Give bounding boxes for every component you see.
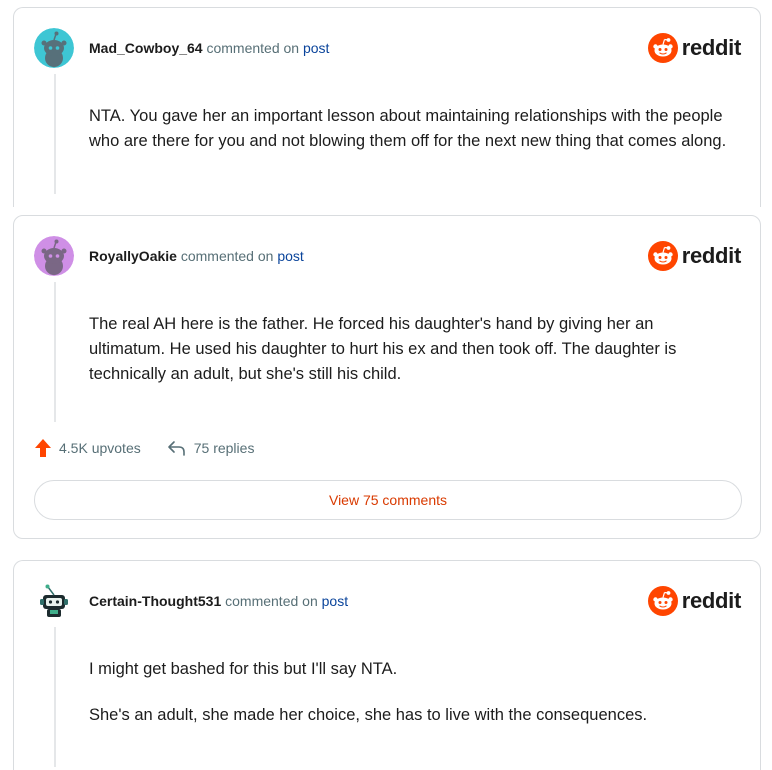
username-link[interactable]: Certain-Thought531 [89,593,221,609]
custom-snoo-avatar-icon [34,581,74,621]
comment-body: I might get bashed for this but I'll say… [89,657,729,728]
comment-paragraph: The real AH here is the father. He force… [89,315,677,383]
user-avatar[interactable] [34,236,74,276]
reddit-snoo-icon [647,241,678,271]
post-link[interactable]: post [322,593,348,609]
reddit-logo[interactable]: reddit [647,241,742,271]
commented-on-text: commented on [180,248,274,264]
comment-card: RoyallyOakie commented on post reddit Th… [13,215,761,539]
username-link[interactable]: RoyallyOakie [89,248,177,264]
comment-body: The real AH here is the father. He force… [89,312,729,387]
reddit-wordmark: reddit [681,35,742,60]
post-link[interactable]: post [277,248,303,264]
comment-paragraph: NTA. You gave her an important lesson ab… [89,107,727,150]
snoo-avatar-icon [34,28,74,68]
username-link[interactable]: Mad_Cowboy_64 [89,40,203,56]
comment-paragraph: I might get bashed for this but I'll say… [89,660,398,678]
commented-on-text: commented on [206,40,300,56]
user-avatar[interactable] [34,581,74,621]
reddit-snoo-icon [647,586,678,616]
reply-count: 75 replies [193,440,255,456]
comment-header: Certain-Thought531 commented on post [89,593,348,609]
reddit-logo[interactable]: reddit [647,586,742,616]
commented-on-text: commented on [225,593,318,609]
comment-header: RoyallyOakie commented on post [89,248,304,264]
user-avatar[interactable] [34,28,74,68]
reddit-snoo-icon [647,33,678,63]
upvote-button[interactable]: 4.5K upvotes [34,438,141,458]
view-comments-button[interactable]: View 75 comments [34,480,742,520]
comment-header: Mad_Cowboy_64 commented on post [89,40,329,56]
comment-body: NTA. You gave her an important lesson ab… [89,104,729,154]
thread-line [54,282,56,422]
comment-card: Certain-Thought531 commented on post red… [13,560,761,770]
post-link[interactable]: post [303,40,329,56]
upvote-count: 4.5K upvotes [59,440,141,456]
reddit-wordmark: reddit [681,243,742,268]
comment-card: Mad_Cowboy_64 commented on post reddit N… [13,7,761,207]
comment-paragraph: She's an adult, she made her choice, she… [89,706,648,724]
reply-arrow-icon [167,441,185,456]
replies-button[interactable]: 75 replies [167,439,255,457]
thread-line [54,627,56,767]
thread-line [54,74,56,194]
comment-actions: 4.5K upvotes 75 replies [34,438,280,458]
snoo-avatar-icon [34,236,74,276]
reddit-logo[interactable]: reddit [647,33,742,63]
upvote-arrow-icon [35,439,51,457]
reddit-wordmark: reddit [681,588,742,613]
